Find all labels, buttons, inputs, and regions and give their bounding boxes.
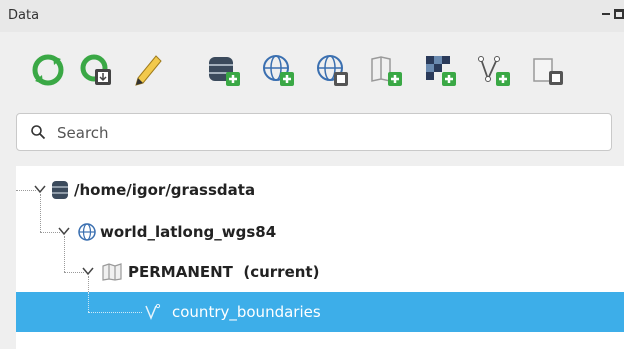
add-vector-icon bbox=[478, 56, 510, 86]
add-vector-button[interactable] bbox=[474, 48, 514, 92]
add-mapset-icon bbox=[371, 56, 402, 86]
import-location-icon bbox=[317, 55, 348, 86]
rename-button[interactable] bbox=[128, 48, 168, 92]
import-layer-icon bbox=[533, 58, 563, 85]
vector-icon bbox=[145, 304, 161, 320]
chevron-down-icon[interactable] bbox=[58, 227, 70, 236]
add-grassdb-icon bbox=[209, 57, 240, 86]
reload-icon bbox=[32, 54, 64, 86]
tree-item-location[interactable]: world_latlong_wgs84 bbox=[16, 212, 624, 252]
reload-current-mapset-button[interactable] bbox=[76, 48, 116, 92]
add-raster-button[interactable] bbox=[420, 48, 460, 92]
search-box bbox=[16, 113, 612, 151]
tree-connector bbox=[88, 292, 89, 312]
reload-current-mapset-icon bbox=[80, 54, 111, 85]
tree-item-label: country_boundaries bbox=[172, 303, 321, 321]
minimize-icon[interactable] bbox=[602, 13, 610, 15]
data-tree: /home/igor/grassdata world_latlong_wgs84… bbox=[16, 166, 624, 349]
tree-item-grassdb[interactable]: /home/igor/grassdata bbox=[16, 170, 624, 210]
edit-pencil-icon bbox=[135, 55, 162, 86]
add-mapset-button[interactable] bbox=[366, 48, 406, 92]
panel-title: Data bbox=[8, 8, 40, 23]
tree-item-label: /home/igor/grassdata bbox=[74, 181, 256, 199]
search-input[interactable] bbox=[55, 121, 599, 145]
tree-item-label: PERMANENT (current) bbox=[128, 263, 320, 281]
add-location-icon bbox=[263, 55, 294, 86]
add-raster-icon bbox=[426, 56, 456, 86]
tree-connector bbox=[88, 312, 142, 313]
search-icon bbox=[31, 125, 46, 140]
add-grassdb-button[interactable] bbox=[204, 48, 244, 92]
tree-item-vector-layer[interactable]: country_boundaries bbox=[16, 292, 624, 332]
reload-button[interactable] bbox=[28, 48, 68, 92]
toolbar bbox=[0, 48, 624, 98]
import-location-button[interactable] bbox=[312, 48, 352, 92]
folder-icon bbox=[102, 263, 122, 281]
float-icon[interactable] bbox=[614, 9, 624, 19]
database-icon bbox=[52, 181, 68, 199]
add-location-button[interactable] bbox=[258, 48, 298, 92]
tree-item-mapset[interactable]: PERMANENT (current) bbox=[16, 252, 624, 292]
panel-title-bar: Data bbox=[0, 0, 624, 32]
tree-item-label: world_latlong_wgs84 bbox=[100, 223, 277, 241]
globe-icon bbox=[78, 223, 96, 241]
chevron-down-icon[interactable] bbox=[82, 267, 94, 276]
window-controls bbox=[596, 6, 624, 24]
chevron-down-icon[interactable] bbox=[34, 185, 46, 194]
import-layer-button[interactable] bbox=[528, 48, 568, 92]
